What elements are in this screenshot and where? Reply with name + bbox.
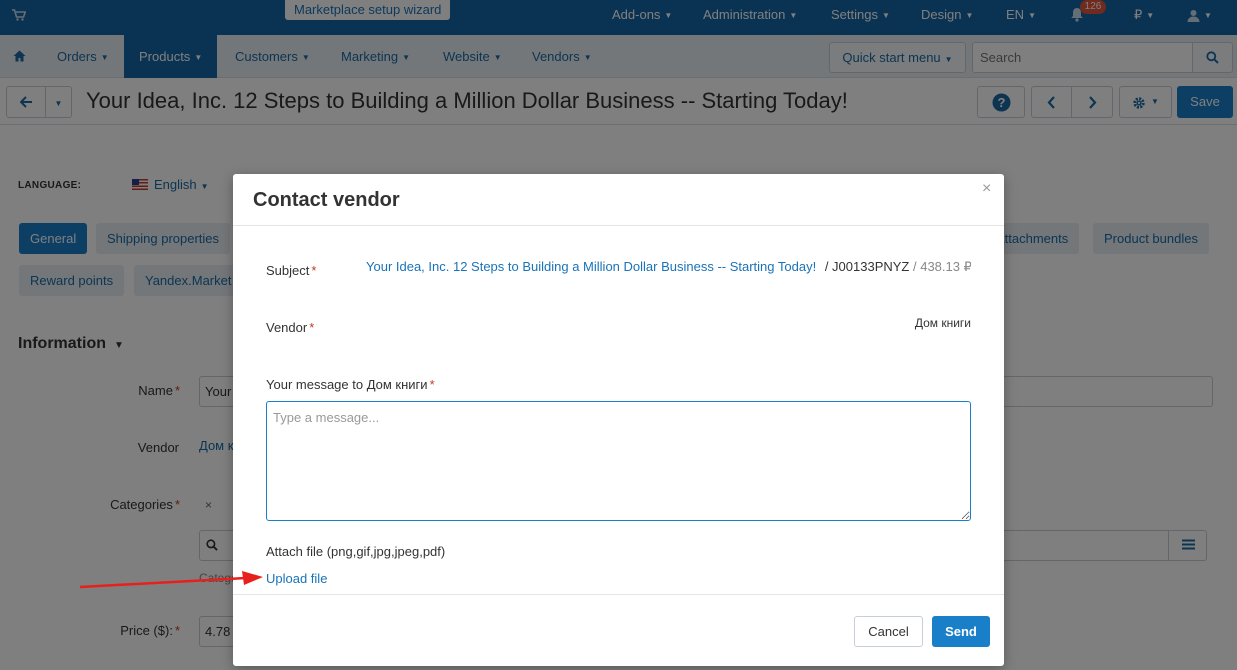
required-marker: *	[309, 320, 315, 335]
subject-value: Your Idea, Inc. 12 Steps to Building a M…	[366, 259, 971, 275]
subject-product-code: / J00133PNYZ	[824, 259, 910, 274]
subject-label-text: Subject	[266, 263, 310, 278]
subject-product-price: / 438.13 ₽	[913, 259, 971, 274]
required-marker: *	[429, 377, 435, 392]
vendor-value: Дом книги	[914, 316, 971, 330]
vendor-label: Vendor *	[266, 320, 314, 335]
dialog-header: Contact vendor ×	[233, 174, 1004, 226]
subject-product-link[interactable]: Your Idea, Inc. 12 Steps to Building a M…	[366, 259, 816, 274]
attach-file-label: Attach file (png,gif,jpg,jpeg,pdf)	[266, 544, 446, 559]
cancel-button[interactable]: Cancel	[854, 616, 923, 647]
send-button[interactable]: Send	[932, 616, 990, 647]
message-label: Your message to Дом книги *	[266, 377, 435, 392]
message-textarea[interactable]	[266, 401, 971, 521]
dialog-footer: Cancel Send	[233, 594, 1004, 666]
vendor-label-text: Vendor	[266, 320, 308, 335]
dialog-title: Contact vendor	[253, 189, 400, 211]
close-icon[interactable]: ×	[982, 180, 991, 198]
annotation-arrow-icon	[79, 571, 263, 589]
subject-label: Subject *	[266, 263, 316, 278]
upload-file-link[interactable]: Upload file	[266, 571, 327, 586]
required-marker: *	[311, 263, 317, 278]
message-label-text: Your message to Дом книги	[266, 377, 428, 392]
contact-vendor-dialog: Contact vendor × Subject * Your Idea, Inc…	[233, 174, 1004, 666]
